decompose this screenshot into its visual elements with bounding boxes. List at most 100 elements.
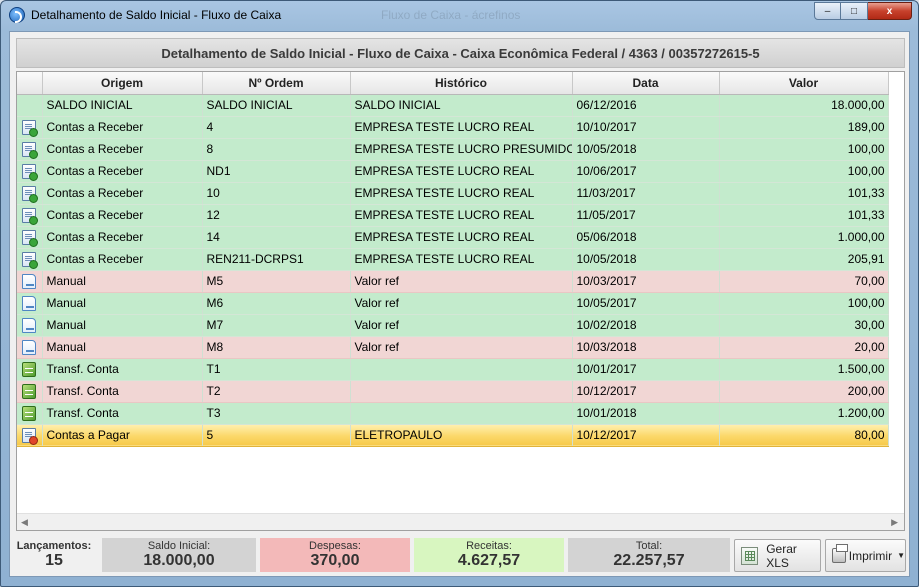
row-icon-cell xyxy=(17,204,43,227)
table-row[interactable]: Transf. Conta T3 10/01/2018 1.200,00 xyxy=(17,402,889,425)
scroll-right-icon[interactable]: ▶ xyxy=(891,517,898,528)
close-button[interactable]: x xyxy=(868,2,912,20)
contas-receber-icon xyxy=(22,229,39,247)
table-row[interactable]: Contas a Receber 14 EMPRESA TESTE LUCRO RE… xyxy=(17,226,889,249)
minimize-button[interactable]: – xyxy=(814,2,841,20)
manual-document-icon xyxy=(22,273,37,289)
app-logo-icon xyxy=(9,7,25,23)
cell-data: 06/12/2016 xyxy=(572,94,720,117)
title-bar[interactable]: Detalhamento de Saldo Inicial - Fluxo de… xyxy=(1,1,918,29)
cell-ordem: T2 xyxy=(202,380,351,403)
cell-origem: Transf. Conta xyxy=(42,358,203,381)
maximize-button[interactable]: □ xyxy=(841,2,868,20)
column-header-data[interactable]: Data xyxy=(572,72,720,95)
background-window-title: Fluxo de Caixa - ácrefinos xyxy=(381,8,521,22)
manual-document-icon xyxy=(22,295,37,311)
table-row[interactable]: Transf. Conta T1 10/01/2017 1.500,00 xyxy=(17,358,889,381)
cell-historico: Valor ref xyxy=(350,336,573,359)
row-icon-cell xyxy=(17,94,43,117)
cell-origem: Contas a Receber xyxy=(42,182,203,205)
row-icon-cell xyxy=(17,226,43,249)
cell-valor: 30,00 xyxy=(719,314,889,337)
row-icon-cell xyxy=(17,336,43,359)
app-window: Detalhamento de Saldo Inicial - Fluxo de… xyxy=(0,0,919,587)
cell-origem: Contas a Receber xyxy=(42,138,203,161)
gerar-xls-button[interactable]: Gerar XLS xyxy=(734,539,821,572)
summary-footer: Lançamentos: 15 Saldo Inicial: 18.000,00… xyxy=(10,535,909,576)
table-row[interactable]: Manual M5 Valor ref 10/03/2017 70,00 xyxy=(17,270,889,293)
table-row[interactable]: Contas a Receber REN211-DCRPS1 EMPRESA TES… xyxy=(17,248,889,271)
cell-origem: Transf. Conta xyxy=(42,380,203,403)
cell-origem: Transf. Conta xyxy=(42,402,203,425)
printer-icon xyxy=(832,544,848,563)
chevron-down-icon[interactable]: ▼ xyxy=(897,551,905,560)
row-icon-cell xyxy=(17,138,43,161)
cell-data: 10/01/2018 xyxy=(572,402,720,425)
lancamentos-summary: Lançamentos: 15 xyxy=(12,538,96,572)
transactions-table: Origem Nº Ordem Histórico Data Valor SAL… xyxy=(17,72,889,447)
table-row[interactable]: Manual M6 Valor ref 10/05/2017 100,00 xyxy=(17,292,889,315)
cell-ordem: SALDO INICIAL xyxy=(202,94,351,117)
despesas-label: Despesas: xyxy=(309,540,361,552)
table-row[interactable]: SALDO INICIAL SALDO INICIAL SALDO INICIAL 0… xyxy=(17,94,889,117)
cell-historico: EMPRESA TESTE LUCRO REAL xyxy=(350,226,573,249)
cell-ordem: 5 xyxy=(202,424,351,447)
cell-historico: Valor ref xyxy=(350,292,573,315)
saldo-inicial-summary: Saldo Inicial: 18.000,00 xyxy=(102,538,256,572)
table-row[interactable]: Contas a Receber 12 EMPRESA TESTE LUCRO RE… xyxy=(17,204,889,227)
contas-receber-icon xyxy=(22,251,39,269)
cell-ordem: M6 xyxy=(202,292,351,315)
contas-receber-icon xyxy=(22,185,39,203)
contas-receber-icon xyxy=(22,207,39,225)
table-body: SALDO INICIAL SALDO INICIAL SALDO INICIAL 0… xyxy=(17,94,889,447)
scroll-left-icon[interactable]: ◀ xyxy=(21,517,28,528)
table-row[interactable]: Contas a Receber ND1 EMPRESA TESTE LUCRO R… xyxy=(17,160,889,183)
cell-origem: Manual xyxy=(42,336,203,359)
table-row[interactable]: Transf. Conta T2 10/12/2017 200,00 xyxy=(17,380,889,403)
cell-data: 10/05/2018 xyxy=(572,138,720,161)
cell-valor: 100,00 xyxy=(719,138,889,161)
cell-valor: 1.500,00 xyxy=(719,358,889,381)
table-row[interactable]: Manual M8 Valor ref 10/03/2018 20,00 xyxy=(17,336,889,359)
gerar-xls-label: Gerar XLS xyxy=(766,541,797,570)
total-value: 22.257,57 xyxy=(613,552,685,569)
column-header-ordem[interactable]: Nº Ordem xyxy=(202,72,351,95)
report-title: Detalhamento de Saldo Inicial - Fluxo de… xyxy=(161,46,760,61)
cell-ordem: 12 xyxy=(202,204,351,227)
window-content: Detalhamento de Saldo Inicial - Fluxo de… xyxy=(9,31,910,577)
cell-valor: 189,00 xyxy=(719,116,889,139)
cell-ordem: 14 xyxy=(202,226,351,249)
cell-ordem: 10 xyxy=(202,182,351,205)
column-header-origem[interactable]: Origem xyxy=(42,72,203,95)
row-icon-cell xyxy=(17,182,43,205)
column-header-valor[interactable]: Valor xyxy=(719,72,889,95)
transfer-icon xyxy=(22,405,37,421)
cell-valor: 70,00 xyxy=(719,270,889,293)
cell-ordem: M5 xyxy=(202,270,351,293)
table-row[interactable]: Contas a Receber 4 EMPRESA TESTE LUCRO REA… xyxy=(17,116,889,139)
table-row[interactable]: Manual M7 Valor ref 10/02/2018 30,00 xyxy=(17,314,889,337)
horizontal-scrollbar[interactable]: ◀ ▶ xyxy=(17,513,904,530)
column-header-historico[interactable]: Histórico xyxy=(350,72,573,95)
cell-valor: 101,33 xyxy=(719,182,889,205)
receitas-label: Receitas: xyxy=(466,540,512,552)
cell-origem: Contas a Receber xyxy=(42,160,203,183)
table-row[interactable]: Contas a Receber 8 EMPRESA TESTE LUCRO PRE… xyxy=(17,138,889,161)
cell-ordem: T3 xyxy=(202,402,351,425)
cell-ordem: 8 xyxy=(202,138,351,161)
cell-ordem: M8 xyxy=(202,336,351,359)
transactions-grid[interactable]: Origem Nº Ordem Histórico Data Valor SAL… xyxy=(16,71,905,531)
cell-valor: 80,00 xyxy=(719,424,889,447)
maximize-icon: □ xyxy=(850,5,858,17)
column-header-icon[interactable] xyxy=(17,72,43,95)
contas-receber-icon xyxy=(22,163,39,181)
cell-ordem: ND1 xyxy=(202,160,351,183)
imprimir-label: Imprimir xyxy=(848,548,893,563)
cell-historico: EMPRESA TESTE LUCRO REAL xyxy=(350,160,573,183)
cell-data: 10/10/2017 xyxy=(572,116,720,139)
imprimir-button[interactable]: Imprimir ▼ xyxy=(825,539,906,572)
cell-historico: EMPRESA TESTE LUCRO REAL xyxy=(350,204,573,227)
table-row[interactable]: Contas a Pagar 5 ELETROPAULO 10/12/2017 80,0… xyxy=(17,424,889,447)
window-controls: – □ x xyxy=(814,2,912,20)
table-row[interactable]: Contas a Receber 10 EMPRESA TESTE LUCRO RE… xyxy=(17,182,889,205)
